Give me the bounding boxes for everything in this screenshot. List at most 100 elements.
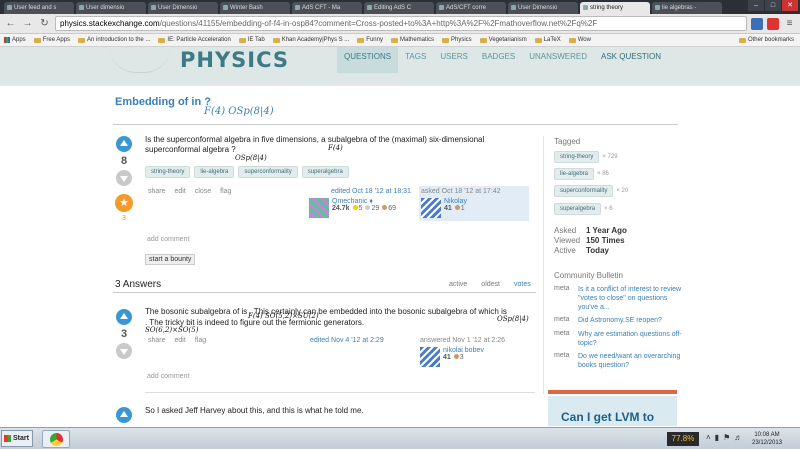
avatar[interactable] <box>420 347 440 367</box>
browser-tab-active[interactable]: string theory <box>580 2 650 14</box>
nav-badges[interactable]: BADGES <box>475 47 522 73</box>
tag-superalgebra[interactable]: superalgebra <box>301 166 349 178</box>
edit-link[interactable]: edit <box>175 188 186 195</box>
flag-link[interactable]: flag <box>220 188 231 195</box>
avatar[interactable] <box>309 198 329 218</box>
sidebar-tag[interactable]: lie-algebra × 86 <box>554 168 609 180</box>
address-bar-row: ← → ↻ physics.stackexchange.com/question… <box>0 14 800 34</box>
bookmark[interactable]: Funny <box>357 37 383 43</box>
avatar[interactable] <box>421 198 441 218</box>
forward-icon[interactable]: → <box>21 17 34 30</box>
share-link[interactable]: share <box>148 337 166 344</box>
nav-users[interactable]: USERS <box>433 47 475 73</box>
edited-link[interactable]: edited Nov 4 '12 at 2:29 <box>310 337 384 344</box>
gmail-icon[interactable] <box>767 17 779 30</box>
clock[interactable]: 10:08 AM 23/12/2013 <box>752 431 782 447</box>
url-input[interactable]: physics.stackexchange.com/questions/4115… <box>55 16 747 31</box>
browser-tab[interactable]: AdS CFT - Ma <box>292 2 362 14</box>
flag-link[interactable]: flag <box>195 337 206 344</box>
bookmark[interactable]: Physics <box>442 37 472 43</box>
tray-percentage[interactable]: 77.8% <box>667 432 699 446</box>
downvote-icon[interactable] <box>116 343 132 359</box>
start-bounty-button[interactable]: start a bounty <box>145 254 196 265</box>
browser-tab[interactable]: User Dimensio <box>148 2 218 14</box>
sidebar-tag[interactable]: superconformality × 20 <box>554 185 628 197</box>
site-nav: QUESTIONS TAGS USERS BADGES UNANSWERED A… <box>337 47 668 85</box>
answer-vote-column: 3 <box>116 309 136 359</box>
bookmark-apps[interactable]: Apps <box>4 37 26 43</box>
browser-tab[interactable]: User dimensio <box>76 2 146 14</box>
share-link[interactable]: share <box>148 188 166 195</box>
bookmark[interactable]: Free Apps <box>33 37 70 43</box>
up-arrow-icon[interactable]: ˄ <box>706 433 711 442</box>
tag-string-theory[interactable]: string-theory <box>145 166 191 178</box>
volume-icon[interactable]: ♬ <box>734 433 742 442</box>
network-icon[interactable]: ▮ <box>715 433 719 442</box>
close-window-button[interactable]: ✕ <box>782 0 798 11</box>
reload-icon[interactable]: ↻ <box>38 17 51 30</box>
chrome-taskbar-button[interactable] <box>42 430 70 448</box>
browser-tab[interactable]: AdS/CFT corre <box>436 2 506 14</box>
browser-tab[interactable]: User Dimensio <box>508 2 578 14</box>
browser-tab[interactable]: lie algebras - <box>652 2 722 14</box>
bookmark[interactable]: Wow <box>568 37 591 43</box>
bulletin-item[interactable]: meta Is it a conflict of interest to revi… <box>554 285 688 312</box>
answers-divider <box>113 292 536 293</box>
other-bookmarks[interactable]: Other bookmarks <box>738 37 794 43</box>
answer-sort-tabs: active oldest votes <box>449 281 531 288</box>
maximize-button[interactable]: □ <box>765 0 781 11</box>
tag-lie-algebra[interactable]: lie-algebra <box>194 166 235 178</box>
add-comment-link[interactable]: add comment <box>147 373 189 380</box>
browser-tab-strip: User feed and s User dimensio User Dimen… <box>0 0 800 14</box>
tag-superconformality[interactable]: superconformality <box>238 166 298 178</box>
browser-tab[interactable]: Editing AdS C <box>364 2 434 14</box>
bookmark[interactable]: Vegetarianism <box>479 37 527 43</box>
site-logo[interactable]: PHYSICS <box>180 48 289 72</box>
sidebar-tag[interactable]: string-theory × 729 <box>554 151 618 163</box>
downvote-icon[interactable] <box>116 170 132 186</box>
start-button[interactable]: Start <box>1 430 33 447</box>
bookmark[interactable]: IE: Particle Acceleration <box>158 37 231 43</box>
edited-link[interactable]: edited Oct 18 '12 at 18:31 <box>331 188 416 195</box>
nav-ask-question[interactable]: ASK QUESTION <box>594 47 668 73</box>
question-vote-column: 8 ★ 3 <box>115 136 136 222</box>
sidebar-tag[interactable]: superalgebra × 6 <box>554 203 613 215</box>
extension-icon[interactable] <box>751 17 763 30</box>
bulletin-item[interactable]: meta Did Astronomy.SE reopen? <box>554 316 688 325</box>
bookmark[interactable]: LaTeX <box>534 37 561 43</box>
bookmark[interactable]: Khan Academy|Phys S ... <box>272 37 349 43</box>
bulletin-item[interactable]: meta Why are estimation questions off-top… <box>554 330 688 348</box>
tab-votes[interactable]: votes <box>514 281 531 288</box>
bulletin-item[interactable]: meta Do we need/want an overarching books… <box>554 352 688 370</box>
favorite-star-icon[interactable]: ★ <box>115 194 133 212</box>
bookmark[interactable]: Mathematics <box>390 37 434 43</box>
menu-icon[interactable]: ≡ <box>783 17 796 30</box>
clock-time: 10:08 AM <box>754 432 780 438</box>
upvote-icon[interactable] <box>116 309 132 325</box>
bookmark[interactable]: IE Tab <box>238 37 265 43</box>
answerer-rep: 41 <box>443 354 451 361</box>
folder-icon <box>738 37 746 43</box>
upvote-icon[interactable] <box>116 407 132 423</box>
answerer-name[interactable]: nikolai bobev <box>443 347 484 354</box>
back-icon[interactable]: ← <box>4 17 17 30</box>
flag-icon[interactable]: ⚑ <box>723 433 730 442</box>
minimize-button[interactable]: – <box>748 0 764 11</box>
browser-tab[interactable]: User feed and s <box>4 2 74 14</box>
folder-icon <box>534 37 542 43</box>
question-title[interactable]: Embedding of in ? <box>115 96 211 108</box>
nav-unanswered[interactable]: UNANSWERED <box>522 47 594 73</box>
close-link[interactable]: close <box>195 188 211 195</box>
bookmark[interactable]: An introduction to the ... <box>78 37 150 43</box>
upvote-icon[interactable] <box>116 136 132 152</box>
editor-name[interactable]: Qmechanic ♦ <box>332 198 396 205</box>
asker-name[interactable]: Nikolay <box>444 198 467 205</box>
tab-active[interactable]: active <box>449 281 467 288</box>
ad-headline[interactable]: Can I get LVM to <box>561 410 654 424</box>
edit-link[interactable]: edit <box>175 337 186 344</box>
nav-tags[interactable]: TAGS <box>398 47 433 73</box>
browser-tab[interactable]: Winter Bash <box>220 2 290 14</box>
add-comment-link[interactable]: add comment <box>147 236 189 243</box>
tab-oldest[interactable]: oldest <box>481 281 500 288</box>
nav-questions[interactable]: QUESTIONS <box>337 47 399 73</box>
